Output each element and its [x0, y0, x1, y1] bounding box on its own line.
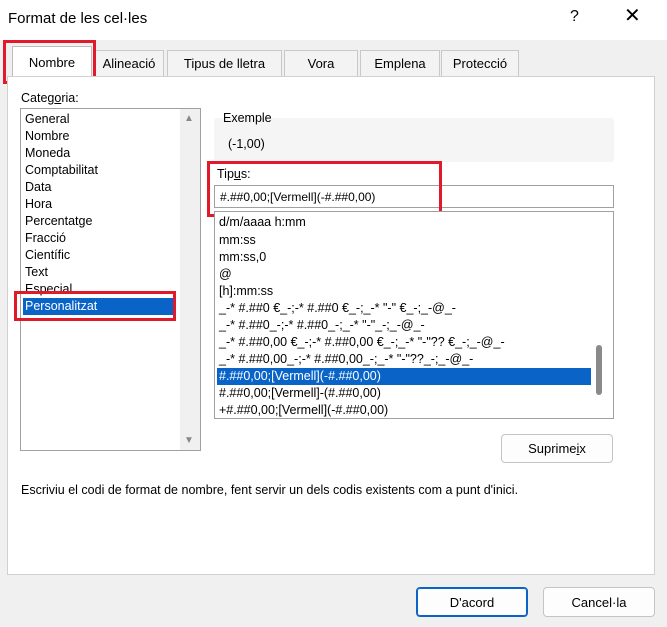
list-item[interactable]: Hora [25, 196, 52, 213]
category-scrollbar[interactable] [180, 109, 200, 450]
list-item[interactable]: Científic [25, 247, 70, 264]
list-item[interactable]: mm:ss,0 [219, 249, 266, 266]
description-text: Escriviu el codi de format de nombre, fe… [21, 483, 519, 497]
delete-button[interactable]: Suprime i x [501, 434, 613, 463]
tab-protection[interactable]: Protecció [441, 50, 519, 76]
category-list[interactable]: General Nombre Moneda Comptabilitat Data… [20, 108, 201, 451]
list-item[interactable]: Data [25, 179, 51, 196]
list-item-selected[interactable]: #.##0,00;[Vermell](-#.##0,00) [217, 368, 591, 385]
ok-button[interactable]: D'acord [416, 587, 528, 617]
tab-alignment[interactable]: Alineació [94, 50, 164, 76]
example-label: Exemple [223, 111, 272, 125]
list-item[interactable]: Nombre [25, 128, 69, 145]
scroll-down-icon[interactable]: ▼ [184, 435, 194, 446]
dialog-title: Format de les cel·les [8, 10, 148, 27]
highlight-custom-category [14, 291, 176, 321]
list-item[interactable]: mm:ss [219, 232, 256, 249]
example-box [214, 118, 614, 162]
list-item[interactable]: d/m/aaaa h:mm [219, 214, 306, 231]
list-item[interactable]: [h]:mm:ss [219, 283, 273, 300]
type-scrollbar-thumb[interactable] [596, 345, 602, 395]
cancel-button[interactable]: Cancel·la [543, 587, 655, 617]
tab-font[interactable]: Tipus de lletra [167, 50, 282, 76]
list-item[interactable]: Text [25, 264, 48, 281]
list-item[interactable]: Fracció [25, 230, 66, 247]
example-value: (-1,00) [228, 137, 265, 151]
list-item[interactable]: @ [219, 266, 232, 283]
list-item[interactable]: _-* #.##0,00_-;-* #.##0,00_-;_-* "-"??_-… [219, 351, 473, 368]
category-label: Categoria: [21, 91, 79, 105]
tab-border[interactable]: Vora [284, 50, 358, 76]
list-item[interactable]: Percentatge [25, 213, 92, 230]
type-list[interactable]: d/m/aaaa h:mm mm:ss mm:ss,0 @ [h]:mm:ss … [214, 211, 614, 419]
list-item[interactable]: #.##0,00;[Vermell]-(#.##0,00) [219, 385, 381, 402]
list-item[interactable]: _-* #.##0 €_-;-* #.##0 €_-;_-* "-" €_-;_… [219, 300, 456, 317]
list-item[interactable]: _-* #.##0,00 €_-;-* #.##0,00 €_-;_-* "-"… [219, 334, 505, 351]
help-button[interactable]: ? [570, 8, 579, 26]
highlight-type-field [207, 161, 442, 217]
tab-fill[interactable]: Emplena [360, 50, 440, 76]
close-icon[interactable]: ✕ [624, 6, 641, 26]
list-item[interactable]: +#.##0,00;[Vermell](-#.##0,00) [219, 402, 388, 418]
list-item[interactable]: Moneda [25, 145, 70, 162]
list-item[interactable]: Comptabilitat [25, 162, 98, 179]
scroll-up-icon[interactable]: ▲ [184, 113, 194, 124]
list-item[interactable]: _-* #.##0_-;-* #.##0_-;_-* "-"_-;_-@_- [219, 317, 425, 334]
list-item[interactable]: General [25, 111, 69, 128]
